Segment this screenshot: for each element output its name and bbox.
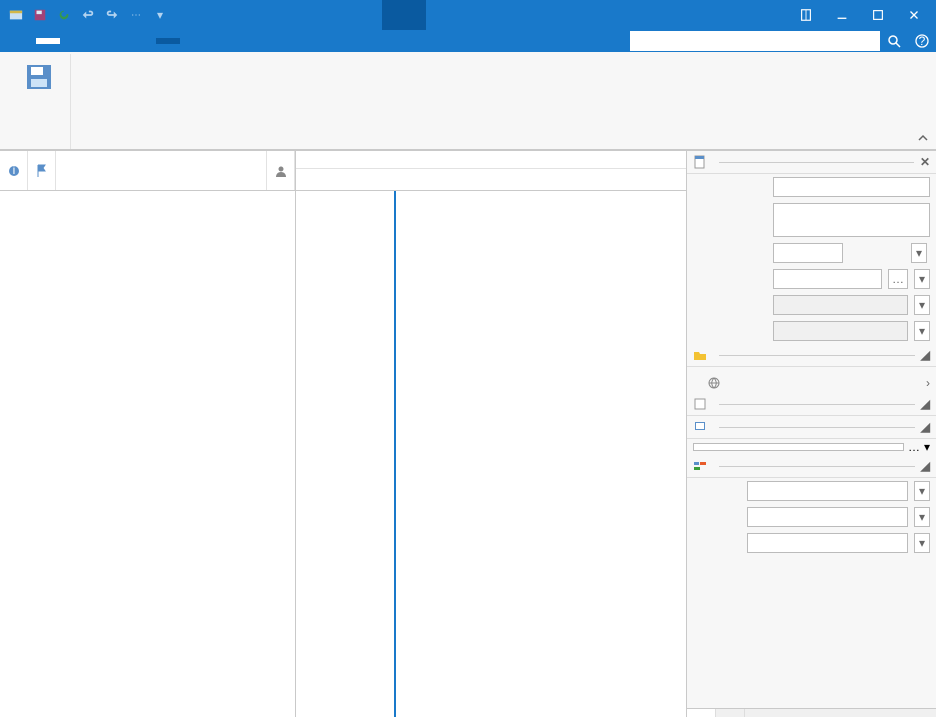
svg-text:i: i [12,164,15,177]
prop-desc-field[interactable] [773,203,930,237]
notif-browse-icon[interactable]: … [908,440,920,454]
menubar: ? [0,30,936,52]
folder-icon [693,348,707,362]
notif-field[interactable] [693,443,904,451]
col-check-icon[interactable]: i [0,151,28,190]
benach-collapse-icon[interactable]: ◢ [921,420,930,434]
prop-start-field[interactable] [773,295,908,315]
gantt-body[interactable] [296,191,686,717]
rolle-dropdown-icon[interactable]: ▾ [914,507,930,527]
help-icon[interactable]: ? [908,30,936,52]
ribbon-collapse-icon[interactable] [916,131,930,145]
bottom-tabs [687,708,936,717]
doc-link-arrow-icon[interactable]: › [926,376,930,390]
bell-icon [693,420,707,434]
gantt-chart[interactable] [296,151,686,717]
ribbon-group-aktionen [8,54,71,149]
section-allgemein: ✕ [687,151,936,174]
tab-aufgaben[interactable] [687,709,716,717]
prop-rolle-field[interactable] [747,507,908,527]
menu-ansicht[interactable] [84,38,108,44]
prop-ende-field[interactable] [773,321,908,341]
properties-close-icon[interactable]: ✕ [920,155,930,169]
prop-name-field[interactable] [773,177,930,197]
close-icon[interactable] [896,0,932,30]
minimize-icon[interactable] [824,0,860,30]
aufwand-dropdown-icon[interactable]: ▾ [911,243,927,263]
save-close-icon [23,61,55,93]
body-area: i ✕ ▾ …▾ ▾ ▾ ◢ [0,150,936,717]
prop-modul-field[interactable] [747,481,908,501]
gantt-header [296,151,686,191]
budget-collapse-icon[interactable]: ◢ [921,397,930,411]
save-close-button[interactable] [14,56,64,100]
refresh-icon[interactable] [52,3,76,27]
ressource-dropdown-icon[interactable]: ▾ [914,269,930,289]
globe-icon [707,376,721,390]
section-budget[interactable]: ◢ [687,393,936,416]
context-tab-plan[interactable] [382,0,426,30]
section-eigene-felder: ◢ [687,455,936,478]
titlebar: ⋯ ▾ [0,0,936,30]
notif-dropdown-icon[interactable]: ▾ [924,440,930,454]
svg-text:?: ? [919,34,926,48]
undo-icon[interactable] [76,3,100,27]
fields-icon [693,459,707,473]
ende-dropdown-icon[interactable]: ▾ [914,321,930,341]
tab-bearbeiten[interactable] [716,709,745,717]
maximize-icon[interactable] [860,0,896,30]
section-dokumente: ◢ [687,344,936,367]
dokumente-collapse-icon[interactable]: ◢ [921,348,930,362]
task-grid: i [0,151,296,717]
window-book-icon[interactable] [788,0,824,30]
menu-start[interactable] [36,38,60,44]
menu-datei[interactable] [12,38,36,44]
task-list[interactable] [0,191,295,717]
properties-pane: ✕ ▾ …▾ ▾ ▾ ◢ › ◢ ◢ …▾ ◢ ▾ ▾ ▾ [686,151,936,717]
ressource-browse-icon[interactable]: … [888,269,908,289]
col-flag-icon[interactable] [28,151,56,190]
prop-phase-field[interactable] [747,533,908,553]
redo-icon[interactable] [100,3,124,27]
prop-ressource-field[interactable] [773,269,882,289]
budget-icon [693,397,707,411]
col-name[interactable] [56,151,267,190]
ribbon [0,52,936,150]
doc-icon [693,155,707,169]
section-benachrichtigungen: ◢ [687,416,936,439]
app-icon[interactable] [4,3,28,27]
search-input[interactable] [630,31,880,51]
gantt-months [296,169,686,191]
menu-berichte[interactable] [132,38,156,44]
col-resource-icon[interactable] [267,151,295,190]
today-line [394,191,396,717]
qat-dropdown-icon[interactable]: ▾ [148,3,172,27]
phase-dropdown-icon[interactable]: ▾ [914,533,930,553]
save-icon[interactable] [28,3,52,27]
modul-dropdown-icon[interactable]: ▾ [914,481,930,501]
menu-bearbeiten[interactable] [60,38,84,44]
ribbon-group-bereich [71,54,83,149]
prop-aufwand-field[interactable] [773,243,843,263]
more-icon[interactable]: ⋯ [124,3,148,27]
eigene-collapse-icon[interactable]: ◢ [921,459,930,473]
task-grid-header: i [0,151,295,191]
menu-vorlagen[interactable] [108,38,132,44]
search-icon[interactable] [880,30,908,52]
gantt-year [296,151,686,169]
menu-einstellungen[interactable] [156,38,180,44]
start-dropdown-icon[interactable]: ▾ [914,295,930,315]
